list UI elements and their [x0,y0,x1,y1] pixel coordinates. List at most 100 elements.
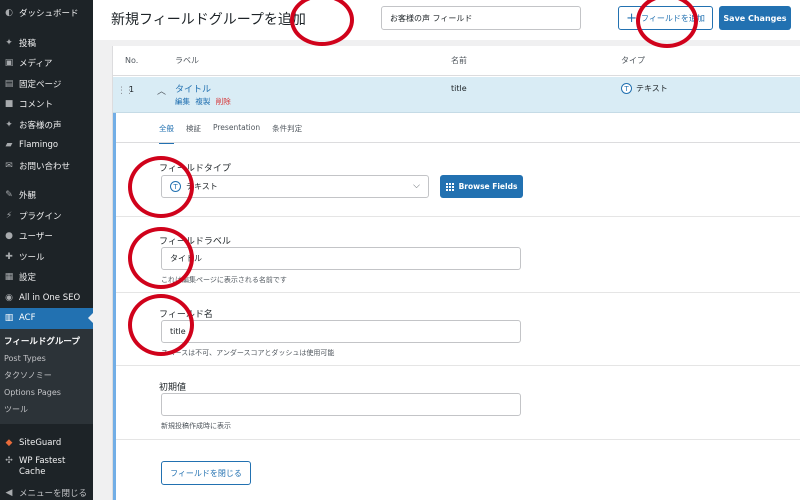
field-row-type: T テキスト [621,83,668,94]
sidebar-item-label: 設定 [19,273,37,284]
delete-link[interactable]: 削除 [216,97,231,106]
sidebar-item-label: ACF [19,313,36,324]
field-row-label[interactable]: タイトル [175,82,211,95]
dashboard-icon: ◐ [5,8,13,19]
default-value-label: 初期値 [159,383,187,393]
column-name: 名前 [451,56,467,65]
chevron-up-icon[interactable]: ︿ [157,84,166,97]
sidebar-item-users[interactable]: ● ユーザー [0,226,93,247]
sidebar-item-label: ツール [19,252,45,263]
sidebar-item-pages[interactable]: ▤ 固定ページ [0,74,93,95]
sidebar-item-media[interactable]: ▣ メディア [0,53,93,74]
field-row-name: title [451,84,467,93]
submenu-item-post-types[interactable]: Post Types [0,350,93,367]
sidebar-item-posts[interactable]: ✦ 投稿 [0,33,93,54]
mail-icon: ✉ [5,160,13,171]
divider [116,439,800,440]
column-no: No. [125,56,139,65]
field-label-input[interactable]: タイトル [161,247,521,270]
user-icon: ● [5,231,13,242]
sidebar-item-label: 外観 [19,191,37,202]
default-value-help: 新規投稿作成時に表示 [161,422,231,430]
comment-icon: ■ [4,99,14,110]
submenu-item-tools[interactable]: ツール [0,401,93,418]
settings-icon: ▦ [4,272,14,283]
field-group-title-value: お客様の声 フィールド [390,13,473,23]
submenu-item-taxonomies[interactable]: タクソノミー [0,367,93,384]
default-value-input[interactable] [161,393,521,416]
sidebar-item-label: All in One SEO [19,292,81,303]
sidebar-item-settings[interactable]: ▦ 設定 [0,267,93,288]
sidebar-item-flamingo[interactable]: ▰ Flamingo [0,135,93,156]
sidebar-item-testimonials[interactable]: ✦ お客様の声 [0,115,93,136]
field-name-input[interactable]: title [161,320,521,343]
sidebar-item-comments[interactable]: ■ コメント [0,94,93,115]
sidebar-item-label: WP Fastest Cache [19,456,66,477]
tab-validation[interactable]: 検証 [186,123,201,144]
sidebar-item-aioseo[interactable]: ◉ All in One SEO [0,288,93,309]
sidebar-item-label: 投稿 [19,38,37,49]
tab-presentation[interactable]: Presentation [213,123,260,144]
column-type: タイプ [621,56,645,65]
page-icon: ▤ [4,78,14,89]
sidebar-item-label: ダッシュボード [19,9,79,20]
sidebar-item-contact[interactable]: ✉ お問い合わせ [0,156,93,177]
chevron-down-icon: ⌵ [413,181,420,191]
column-label: ラベル [175,56,199,65]
field-row[interactable]: ⋮⋮ 1 ︿ タイトル 編集 複製 削除 title T テキスト [113,77,800,113]
admin-sidebar: ◐ ダッシュボード ✦ 投稿 ▣ メディア ▤ 固定ページ ■ コメント ✦ お客様の声 ▰… [0,0,93,500]
sidebar-item-tools[interactable]: ✚ ツール [0,247,93,268]
seo-icon: ◉ [5,292,13,303]
sidebar-item-acf[interactable]: ▥ ACF [0,308,93,329]
sidebar-item-label: SiteGuard [19,437,62,448]
media-icon: ▣ [4,58,14,69]
plugin-icon: ⚡ [5,210,13,221]
fields-table-header: No. ラベル 名前 タイプ [113,46,800,76]
page-title: 新規フィールドグループを追加 [111,12,306,28]
save-changes-button[interactable]: Save Changes [719,6,791,30]
edit-link[interactable]: 編集 [175,97,190,106]
divider [116,216,800,217]
browse-fields-button[interactable]: Browse Fields [440,175,523,198]
sidebar-item-plugins[interactable]: ⚡ プラグイン [0,206,93,227]
settings-tabs: 全般 検証 Presentation 条件判定 [159,123,302,144]
divider [116,365,800,366]
sidebar-item-label: メニューを閉じる [19,489,88,500]
field-name-help: スペースは不可、アンダースコアとダッシュは使用可能 [161,349,335,357]
annotation-circle [128,227,194,289]
annotation-circle [128,294,194,356]
cache-icon: ✣ [5,455,13,466]
annotation-circle [128,156,194,218]
fields-panel: No. ラベル 名前 タイプ ⋮⋮ 1 ︿ タイトル 編集 複製 削除 titl… [112,46,800,500]
close-field-button[interactable]: フィールドを閉じる [161,461,251,485]
brush-icon: ✎ [5,190,13,201]
acf-icon: ▥ [4,313,14,324]
sidebar-item-label: コメント [19,100,54,111]
pin-icon: ✦ [5,119,13,130]
sidebar-item-siteguard[interactable]: ◆ SiteGuard [0,433,93,454]
sidebar-item-appearance[interactable]: ✎ 外観 [0,185,93,206]
submenu-item-options-pages[interactable]: Options Pages [0,384,93,401]
collapse-icon: ◀ [5,488,13,499]
sidebar-item-label: Flamingo [19,140,59,151]
divider [116,292,800,293]
tab-conditional-logic[interactable]: 条件判定 [272,123,302,144]
field-group-title-input[interactable]: お客様の声 フィールド [381,6,581,30]
sidebar-item-label: 固定ページ [19,79,62,90]
sidebar-item-label: メディア [19,59,53,70]
sidebar-item-wp-fastest-cache[interactable]: ✣ WP Fastest Cache [0,453,93,483]
wrench-icon: ✚ [5,251,13,262]
collapse-menu-button[interactable]: ◀ メニューを閉じる [0,483,93,500]
grid-icon [445,182,454,191]
field-type-select[interactable]: T テキスト ⌵ [161,175,429,198]
field-settings: 全般 検証 Presentation 条件判定 フィールドタイプ T テキスト … [113,113,800,500]
tab-general[interactable]: 全般 [159,123,174,144]
sidebar-item-label: ユーザー [19,232,53,243]
field-row-number: 1 [129,85,135,94]
field-row-type-label: テキスト [636,84,668,93]
submenu-item-field-groups[interactable]: フィールドグループ [0,333,93,350]
sidebar-item-label: お客様の声 [19,120,62,131]
field-row-actions: 編集 複製 削除 [175,96,231,107]
duplicate-link[interactable]: 複製 [195,97,210,106]
sidebar-item-dashboard[interactable]: ◐ ダッシュボード [0,3,93,24]
